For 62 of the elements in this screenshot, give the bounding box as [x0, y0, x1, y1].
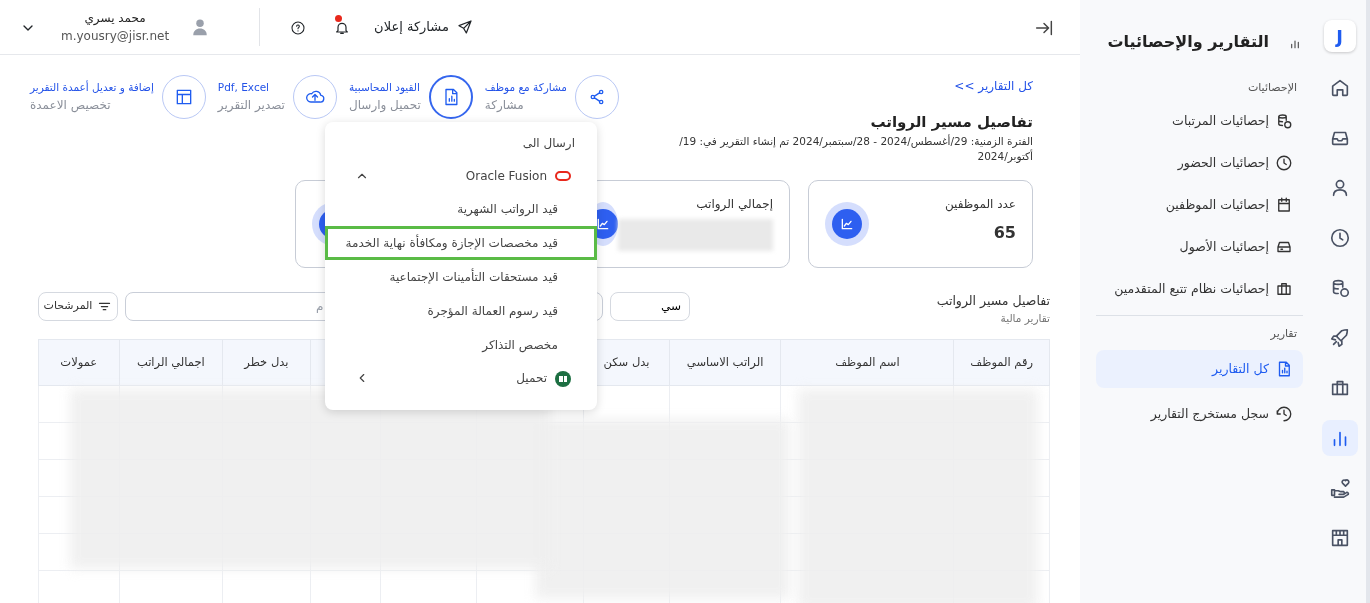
stat-label: إجمالي الرواتب — [696, 195, 773, 213]
help-icon — [290, 19, 307, 36]
section-heading: تقارير — [1269, 325, 1297, 342]
table-title: تفاصيل مسير الرواتب — [936, 291, 1050, 311]
toolbar-label: Pdf, Excel — [217, 80, 270, 96]
announce-button[interactable]: مشاركة إعلان — [374, 17, 473, 37]
report-title: تفاصيل مسير الرواتب — [870, 112, 1033, 133]
toolbar-button[interactable] — [574, 75, 619, 119]
column-header: الراتب الاساسي — [669, 339, 781, 386]
sidebar-title: التقارير والإحصائيات — [1107, 31, 1269, 53]
column-header: عمولات — [38, 339, 120, 386]
filters-button[interactable]: المرشحات — [38, 291, 118, 321]
sidebar-item[interactable]: إحصائيات الحضور — [1096, 146, 1303, 179]
calendar-icon — [1275, 195, 1293, 214]
section-heading: الإحصائيات — [1246, 80, 1297, 96]
hand-heart-icon — [1328, 477, 1351, 499]
coins-icon — [1275, 111, 1293, 130]
toolbar-label: القيود المحاسبية — [348, 80, 420, 96]
sidebar-item[interactable]: سجل مستخرج التقارير — [1096, 398, 1303, 430]
menu-group[interactable]: Oracle Fusion — [325, 160, 597, 192]
toolbar-button[interactable] — [428, 75, 473, 119]
rocket-icon — [1328, 327, 1351, 349]
sidebar-item[interactable]: كل التقارير — [1096, 350, 1303, 388]
toolbar-caption: تحميل وارسال — [348, 96, 421, 114]
stat-value: 65 — [993, 221, 1016, 244]
toolbar-button[interactable] — [292, 75, 337, 119]
stat-label: عدد الموظفين — [944, 195, 1016, 213]
clock-icon — [1275, 153, 1293, 172]
stat-icon — [832, 208, 862, 239]
column-header: بدل خطر — [222, 339, 311, 386]
sidebar-item[interactable]: إحصائيات الموظفين — [1096, 188, 1303, 221]
history-icon — [1275, 405, 1293, 423]
menu-item[interactable]: قيد مستحقات التأمينات الإجتماعية — [325, 260, 597, 294]
oracle-logo — [555, 171, 571, 181]
menu-heading: ارسال الى — [521, 135, 576, 152]
breadcrumb-link[interactable]: << كل التقارير — [954, 77, 1033, 95]
toolbar-caption: مشاركة — [484, 96, 524, 114]
rail-button[interactable] — [1321, 420, 1358, 456]
avatar-icon — [191, 17, 210, 37]
menu-item[interactable]: قيد الرواتب الشهرية — [325, 192, 597, 226]
report-period: الفترة الزمنية: 29/أغسطس/2024 - 28/سبتمبر/2024 تم إنشاء التقرير في: 19/أكتوبر/2024 — [678, 133, 1033, 164]
user-email: m.yousry@jisr.net — [61, 28, 170, 45]
toolbar-button[interactable] — [161, 75, 206, 119]
table-subtitle: تقارير مالية — [1000, 310, 1050, 327]
send-icon — [456, 19, 473, 35]
app-logo[interactable]: J — [1323, 20, 1356, 52]
toolbar-caption: تصدير التقرير — [217, 96, 285, 114]
menu-item[interactable]: قيد رسوم العمالة المؤجرة — [325, 294, 597, 328]
toolbar-caption: تخصيص الاعمدة — [30, 96, 111, 114]
column-header: اسم الموظف — [780, 339, 954, 386]
menu-item[interactable]: قيد مخصصات الإجازة ومكافأة نهاية الخدمة — [325, 226, 597, 260]
spreadsheet-icon — [555, 369, 571, 387]
column-header: رقم الموظف — [953, 339, 1050, 386]
toolbar-button[interactable]: سي — [610, 291, 690, 321]
sidebar-item[interactable]: إحصائيات الأصول — [1096, 230, 1303, 263]
toolbar-label: مشاركة مع موظف — [484, 80, 567, 96]
toolbar-label: إضافة و تعديل أعمدة التقرير — [30, 80, 154, 96]
column-header: اجمالي الراتب — [119, 339, 223, 386]
user-name: محمد يسري — [84, 10, 146, 27]
clock-icon — [1328, 227, 1351, 249]
sidebar-item[interactable]: إحصائيات نظام تتبع المتقدمين — [1096, 272, 1303, 305]
sidebar-item[interactable]: إحصائيات المرتبات — [1096, 104, 1303, 137]
